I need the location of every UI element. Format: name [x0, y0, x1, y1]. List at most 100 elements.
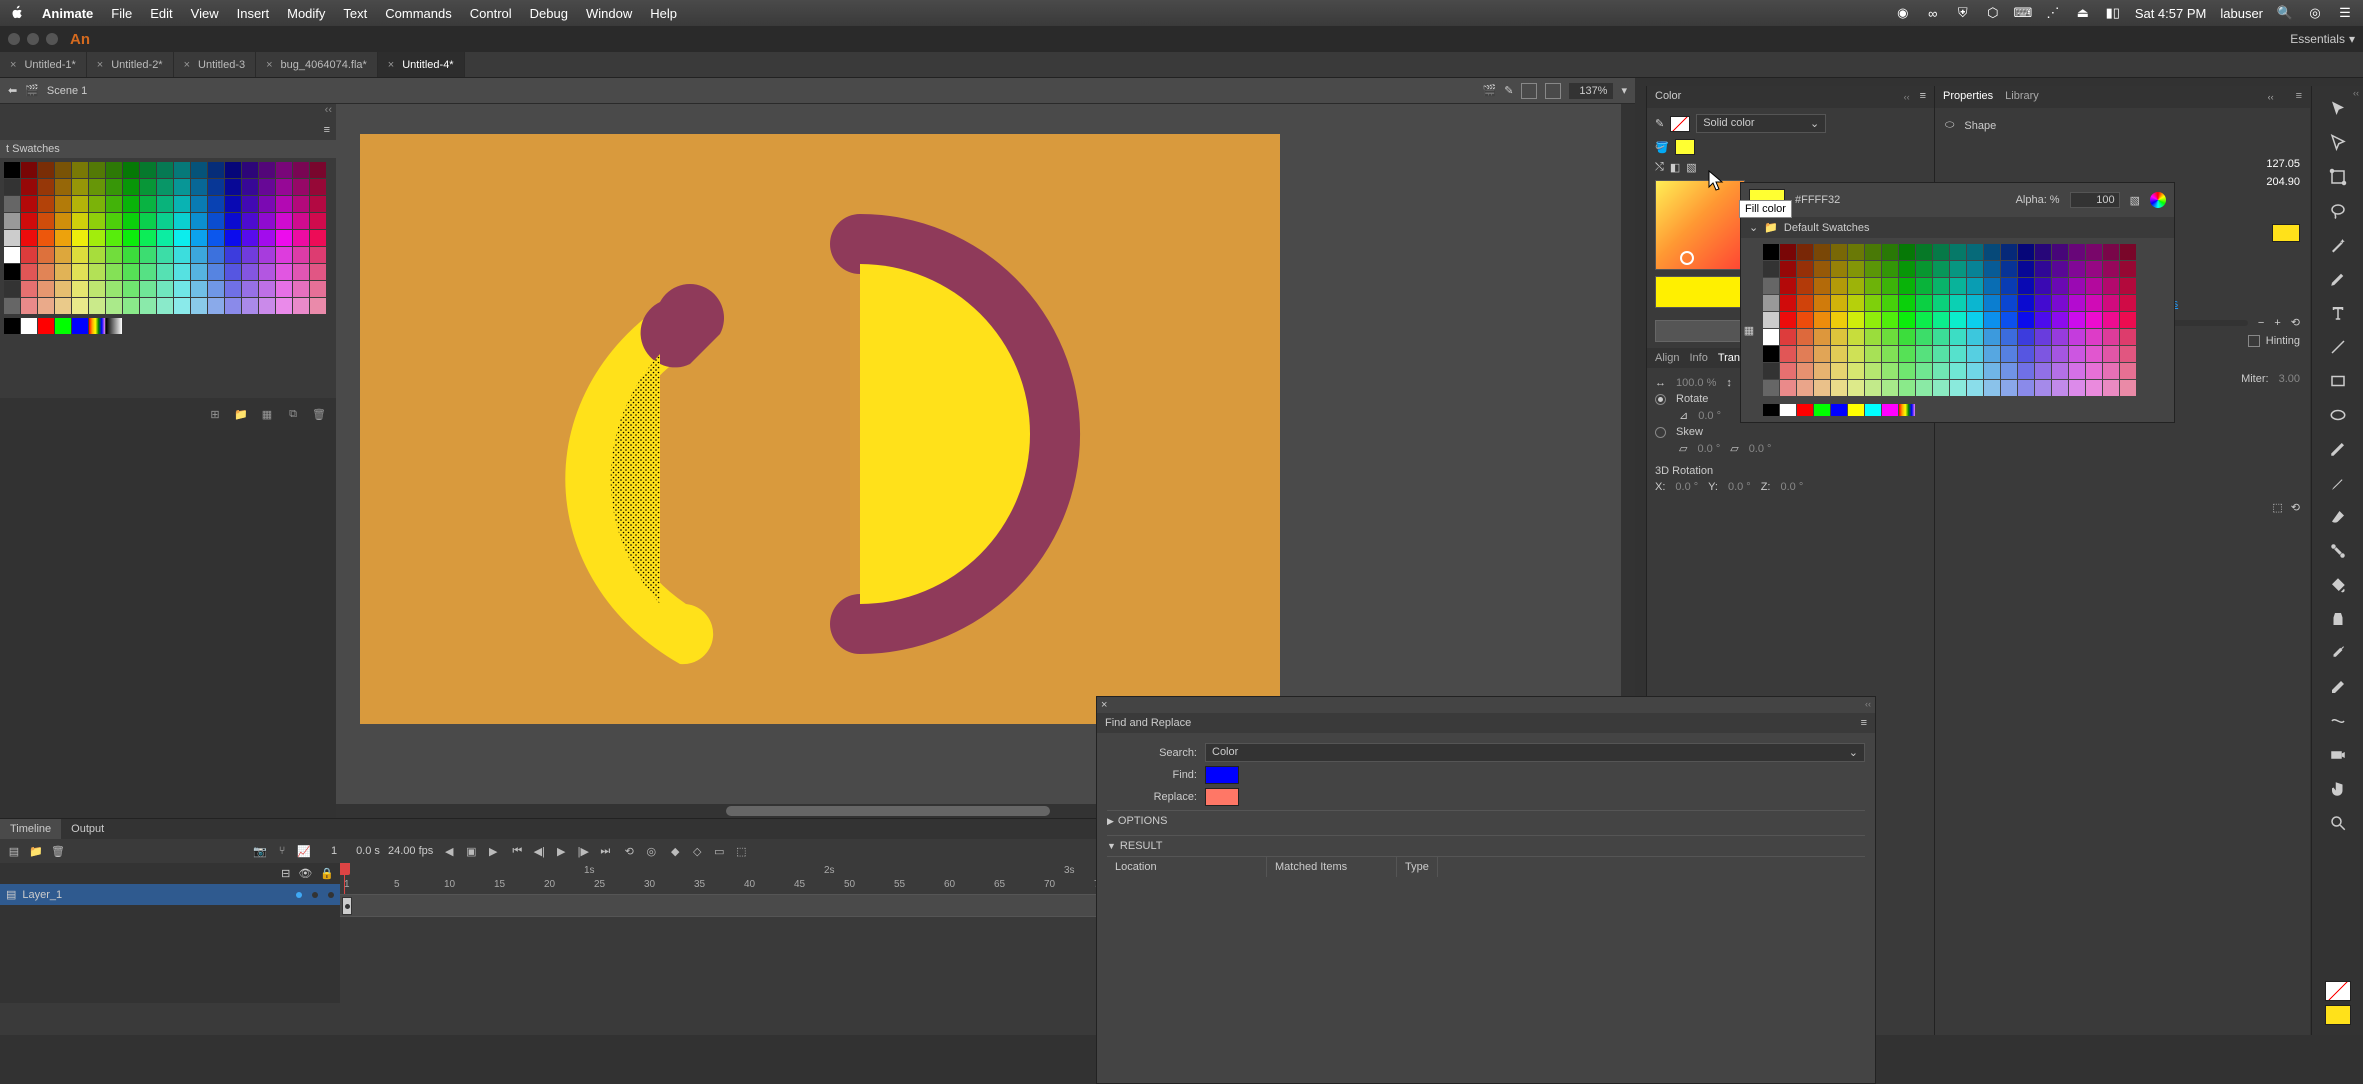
height-value[interactable]: 204.90 — [2266, 176, 2300, 188]
zoom-tool[interactable] — [2322, 808, 2354, 838]
swatch[interactable] — [1848, 363, 1864, 379]
swatch[interactable] — [242, 264, 258, 280]
swatch[interactable] — [2052, 363, 2068, 379]
new-swatch-icon[interactable]: ▦ — [258, 406, 276, 422]
swatch[interactable] — [191, 162, 207, 178]
menu-file[interactable]: File — [111, 6, 132, 21]
doctab-untitled-2[interactable]: ×Untitled-2* — [87, 52, 174, 77]
swatch[interactable] — [21, 247, 37, 263]
swatch[interactable] — [4, 230, 20, 246]
swatch[interactable] — [242, 247, 258, 263]
tab-library[interactable]: Library — [2005, 90, 2039, 104]
stroke-color-icon[interactable]: ✎ — [1655, 117, 1664, 130]
swatch[interactable] — [72, 162, 88, 178]
new-folder-icon[interactable]: 📁 — [28, 843, 44, 859]
swatch[interactable] — [2103, 346, 2119, 362]
swatch[interactable] — [2086, 312, 2102, 328]
swatch[interactable] — [21, 298, 37, 314]
swatch[interactable] — [1797, 363, 1813, 379]
swatch[interactable] — [276, 196, 292, 212]
swatch[interactable] — [140, 247, 156, 263]
swatch[interactable] — [89, 298, 105, 314]
col-location[interactable]: Location — [1107, 857, 1267, 877]
swatch[interactable] — [1865, 295, 1881, 311]
swatch[interactable] — [1882, 380, 1898, 396]
swatch[interactable] — [174, 196, 190, 212]
swatch[interactable] — [1780, 380, 1796, 396]
swatch[interactable] — [2001, 346, 2017, 362]
swatch[interactable] — [38, 162, 54, 178]
swatch[interactable] — [2086, 380, 2102, 396]
lasso-tool[interactable] — [2322, 196, 2354, 226]
swatch[interactable] — [55, 179, 71, 195]
swatch[interactable] — [1916, 363, 1932, 379]
swatch[interactable] — [157, 162, 173, 178]
swatch[interactable] — [174, 298, 190, 314]
swatch[interactable] — [208, 230, 224, 246]
swatch[interactable] — [2035, 346, 2051, 362]
loop-icon[interactable]: ⟲ — [621, 843, 637, 859]
tab-align[interactable]: Align — [1655, 352, 1679, 364]
swatch[interactable] — [259, 230, 275, 246]
swatch[interactable] — [2120, 244, 2136, 260]
swatch[interactable] — [276, 162, 292, 178]
menubar-user[interactable]: labuser — [2220, 6, 2263, 21]
scene-name[interactable]: Scene 1 — [47, 85, 87, 97]
swatch[interactable] — [89, 196, 105, 212]
swatch[interactable] — [38, 298, 54, 314]
swatch[interactable] — [310, 298, 326, 314]
swatch[interactable] — [55, 318, 71, 334]
first-frame-icon[interactable]: ⏮ — [509, 843, 525, 859]
swap-icon[interactable]: ⬚ — [2272, 501, 2282, 514]
swatch[interactable] — [1865, 404, 1881, 416]
swatch[interactable] — [1984, 295, 2000, 311]
rotate-radio[interactable] — [1655, 394, 1666, 405]
swatch[interactable] — [191, 298, 207, 314]
swatch[interactable] — [2052, 380, 2068, 396]
play-icon[interactable]: ▶ — [553, 843, 569, 859]
swatch[interactable] — [140, 281, 156, 297]
brush-tool[interactable] — [2322, 468, 2354, 498]
swatch[interactable] — [1814, 312, 1830, 328]
swatch[interactable] — [293, 162, 309, 178]
swatch[interactable] — [174, 247, 190, 263]
swatch[interactable] — [259, 162, 275, 178]
swatch[interactable] — [1967, 329, 1983, 345]
swatch[interactable] — [1831, 329, 1847, 345]
swatch[interactable] — [310, 162, 326, 178]
swatch[interactable] — [310, 213, 326, 229]
swatch[interactable] — [1984, 261, 2000, 277]
swatch[interactable] — [1899, 404, 1915, 416]
swatch[interactable] — [2103, 329, 2119, 345]
swatch[interactable] — [1814, 363, 1830, 379]
new-folder-icon[interactable]: 📁 — [232, 406, 250, 422]
swatch[interactable] — [1967, 295, 1983, 311]
swatch[interactable] — [157, 281, 173, 297]
swatch[interactable] — [2035, 329, 2051, 345]
cc-cloud-icon[interactable]: ∞ — [1925, 5, 1941, 21]
swatch[interactable] — [1916, 278, 1932, 294]
swatch[interactable] — [1950, 295, 1966, 311]
swatch[interactable] — [225, 298, 241, 314]
back-arrow-icon[interactable]: ⬅ — [8, 84, 17, 97]
swatch[interactable] — [1967, 278, 1983, 294]
swatch[interactable] — [106, 179, 122, 195]
delete-swatch-icon[interactable]: 🗑 — [310, 406, 328, 422]
swap-colors-icon[interactable]: ⤭ — [1655, 161, 1664, 174]
swatch[interactable] — [276, 264, 292, 280]
swatch[interactable] — [1882, 363, 1898, 379]
swatch[interactable] — [276, 298, 292, 314]
swatch[interactable] — [89, 162, 105, 178]
swatch[interactable] — [208, 213, 224, 229]
swatch[interactable] — [21, 318, 37, 334]
insert-keyframe-icon[interactable]: ◆ — [667, 843, 683, 859]
swatch[interactable] — [1933, 329, 1949, 345]
swatch[interactable] — [1933, 261, 1949, 277]
swatch[interactable] — [1933, 295, 1949, 311]
reset-icon[interactable]: ⟲ — [2291, 501, 2300, 514]
wifi-icon[interactable]: ⋰ — [2045, 5, 2061, 21]
swatch[interactable] — [1797, 380, 1813, 396]
swatch[interactable] — [2052, 295, 2068, 311]
swatch[interactable] — [2069, 261, 2085, 277]
swatch[interactable] — [38, 179, 54, 195]
